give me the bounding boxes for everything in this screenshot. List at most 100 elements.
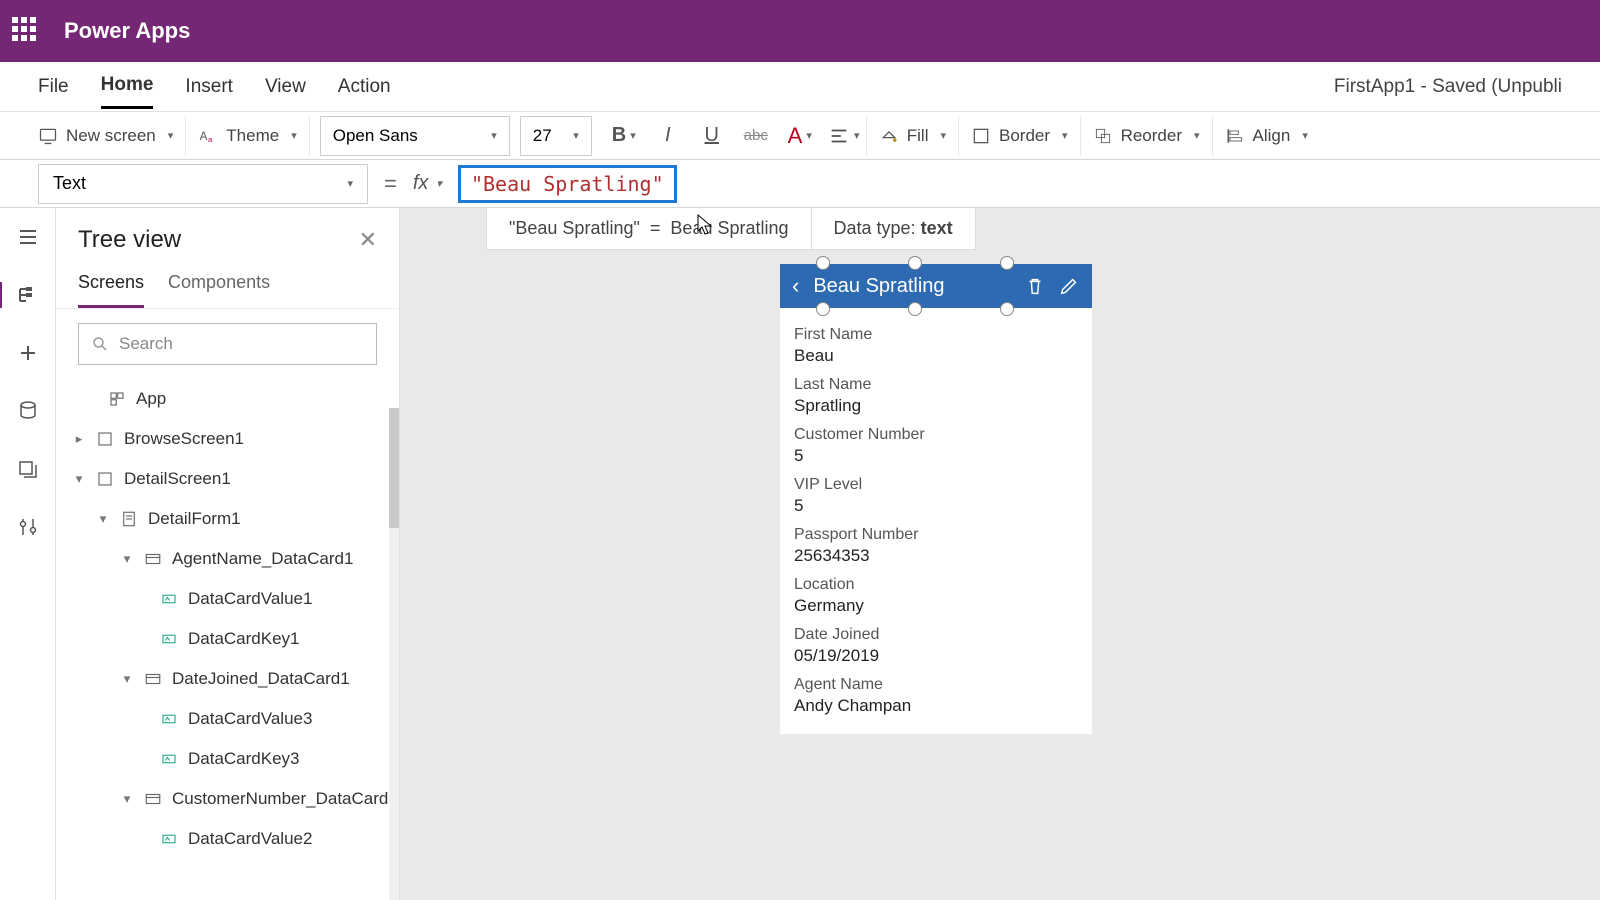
chevron-down-icon: ▾	[854, 129, 860, 142]
theme-icon: Aa	[198, 126, 218, 146]
collapse-icon[interactable]: ▾	[120, 551, 134, 567]
preview-title[interactable]: Beau Spratling	[813, 275, 1012, 298]
reorder-button[interactable]: Reorder ▾	[1081, 116, 1213, 156]
equals-sign: =	[384, 171, 397, 197]
tree-item-detailscreen[interactable]: ▾DetailScreen1	[56, 459, 399, 499]
border-button[interactable]: Border ▾	[959, 116, 1081, 156]
label-icon	[160, 750, 178, 768]
font-size-select[interactable]: 27 ▾	[520, 116, 592, 156]
chevron-down-icon: ▾	[291, 129, 297, 142]
chevron-down-icon: ▾	[573, 129, 579, 142]
font-family-value: Open Sans	[333, 126, 418, 146]
selection-handle[interactable]	[1000, 256, 1014, 270]
field-label: Passport Number	[794, 526, 1078, 544]
theme-label: Theme	[226, 126, 279, 146]
preview-body: First NameBeauLast NameSpratlingCustomer…	[780, 308, 1092, 734]
fx-button[interactable]: fx▾	[413, 172, 442, 195]
formula-text: "Beau Spratling"	[458, 165, 677, 203]
rail-hamburger[interactable]	[13, 222, 43, 252]
menu-insert[interactable]: Insert	[185, 66, 233, 108]
collapse-icon[interactable]: ▾	[72, 471, 86, 487]
menu-action[interactable]: Action	[338, 66, 391, 108]
tree-item-datacardkey3[interactable]: DataCardKey3	[56, 739, 399, 779]
label-icon	[160, 830, 178, 848]
formula-bar: Text ▾ = fx▾ "Beau Spratling"	[0, 160, 1600, 208]
chevron-down-icon: ▾	[940, 129, 946, 142]
collapse-icon[interactable]: ▾	[96, 511, 110, 527]
tree-item-datacardvalue3[interactable]: DataCardValue3	[56, 699, 399, 739]
selection-handle[interactable]	[816, 302, 830, 316]
back-icon[interactable]: ‹	[792, 273, 799, 299]
tree-item-browsescreen[interactable]: ▸BrowseScreen1	[56, 419, 399, 459]
selection-handle[interactable]	[908, 302, 922, 316]
new-screen-button[interactable]: New screen ▾	[38, 116, 186, 156]
selection-handle[interactable]	[1000, 302, 1014, 316]
italic-button[interactable]: I	[646, 116, 690, 156]
tree-view-panel: Tree view ✕ Screens Components Search Ap…	[56, 208, 400, 900]
menu-home[interactable]: Home	[101, 64, 154, 109]
field-value: Spratling	[794, 396, 1078, 416]
close-panel-button[interactable]: ✕	[359, 227, 377, 253]
rail-data[interactable]	[13, 396, 43, 426]
tab-screens[interactable]: Screens	[78, 262, 144, 308]
tab-components[interactable]: Components	[168, 262, 270, 308]
formula-input[interactable]: "Beau Spratling"	[458, 164, 1588, 204]
app-preview[interactable]: ‹ Beau Spratling First NameBeauLast Name…	[780, 264, 1092, 734]
tree-item-detailform[interactable]: ▾DetailForm1	[56, 499, 399, 539]
canvas[interactable]: "Beau Spratling" = Beau Spratling Data t…	[400, 208, 1600, 900]
app-launcher-icon[interactable]	[12, 17, 40, 45]
rail-tree-view[interactable]	[13, 280, 43, 310]
tree-item-app[interactable]: App	[56, 379, 399, 419]
rail-media[interactable]	[13, 454, 43, 484]
strikethrough-button[interactable]: abc	[734, 116, 778, 156]
save-status: FirstApp1 - Saved (Unpubli	[1334, 76, 1562, 98]
delete-icon[interactable]	[1024, 275, 1046, 297]
font-size-value: 27	[533, 126, 552, 146]
rail-advanced[interactable]	[13, 512, 43, 542]
fill-button[interactable]: Fill ▾	[866, 116, 959, 156]
fill-label: Fill	[907, 126, 929, 146]
tree-item-datacardvalue1[interactable]: DataCardValue1	[56, 579, 399, 619]
property-select[interactable]: Text ▾	[38, 164, 368, 204]
selection-handle[interactable]	[816, 256, 830, 270]
scrollbar-thumb[interactable]	[389, 408, 399, 528]
rail-insert[interactable]	[13, 338, 43, 368]
field-label: Location	[794, 576, 1078, 594]
underline-button[interactable]: U	[690, 116, 734, 156]
expand-icon[interactable]: ▸	[72, 431, 86, 447]
tree-item-datejoined-card[interactable]: ▾DateJoined_DataCard1	[56, 659, 399, 699]
menu-file[interactable]: File	[38, 66, 69, 108]
align-button[interactable]: Align ▾	[1213, 116, 1320, 156]
selection-handle[interactable]	[908, 256, 922, 270]
collapse-icon[interactable]: ▾	[120, 791, 134, 807]
font-family-select[interactable]: Open Sans ▾	[320, 116, 510, 156]
theme-button[interactable]: Aa Theme ▾	[186, 116, 309, 156]
tree-item-datacardvalue2[interactable]: DataCardValue2	[56, 819, 399, 859]
tree-item-agentname-card[interactable]: ▾AgentName_DataCard1	[56, 539, 399, 579]
svg-text:a: a	[208, 134, 213, 143]
datacard-icon	[144, 550, 162, 568]
field-label: First Name	[794, 326, 1078, 344]
preview-header[interactable]: ‹ Beau Spratling	[780, 264, 1092, 308]
form-icon	[120, 510, 138, 528]
tree-search-input[interactable]: Search	[78, 323, 377, 365]
formula-result-bar: "Beau Spratling" = Beau Spratling Data t…	[486, 208, 976, 250]
screen-icon	[38, 126, 58, 146]
collapse-icon[interactable]: ▾	[120, 671, 134, 687]
svg-text:A: A	[200, 130, 208, 143]
label-icon	[160, 710, 178, 728]
chevron-down-icon: ▾	[436, 177, 442, 190]
font-color-button[interactable]: A▾	[778, 116, 822, 156]
search-placeholder: Search	[119, 334, 173, 354]
field-label: Last Name	[794, 376, 1078, 394]
field-label: Customer Number	[794, 426, 1078, 444]
bold-button[interactable]: B▾	[602, 116, 646, 156]
menu-view[interactable]: View	[265, 66, 306, 108]
tree-view-title: Tree view	[78, 226, 181, 254]
new-screen-label: New screen	[66, 126, 156, 146]
edit-icon[interactable]	[1058, 275, 1080, 297]
data-type-cell: Data type: text	[812, 208, 975, 249]
tree-item-customernumber-card[interactable]: ▾CustomerNumber_DataCard1	[56, 779, 399, 819]
tree-item-datacardkey1[interactable]: DataCardKey1	[56, 619, 399, 659]
text-align-button[interactable]: ▾	[822, 116, 866, 156]
